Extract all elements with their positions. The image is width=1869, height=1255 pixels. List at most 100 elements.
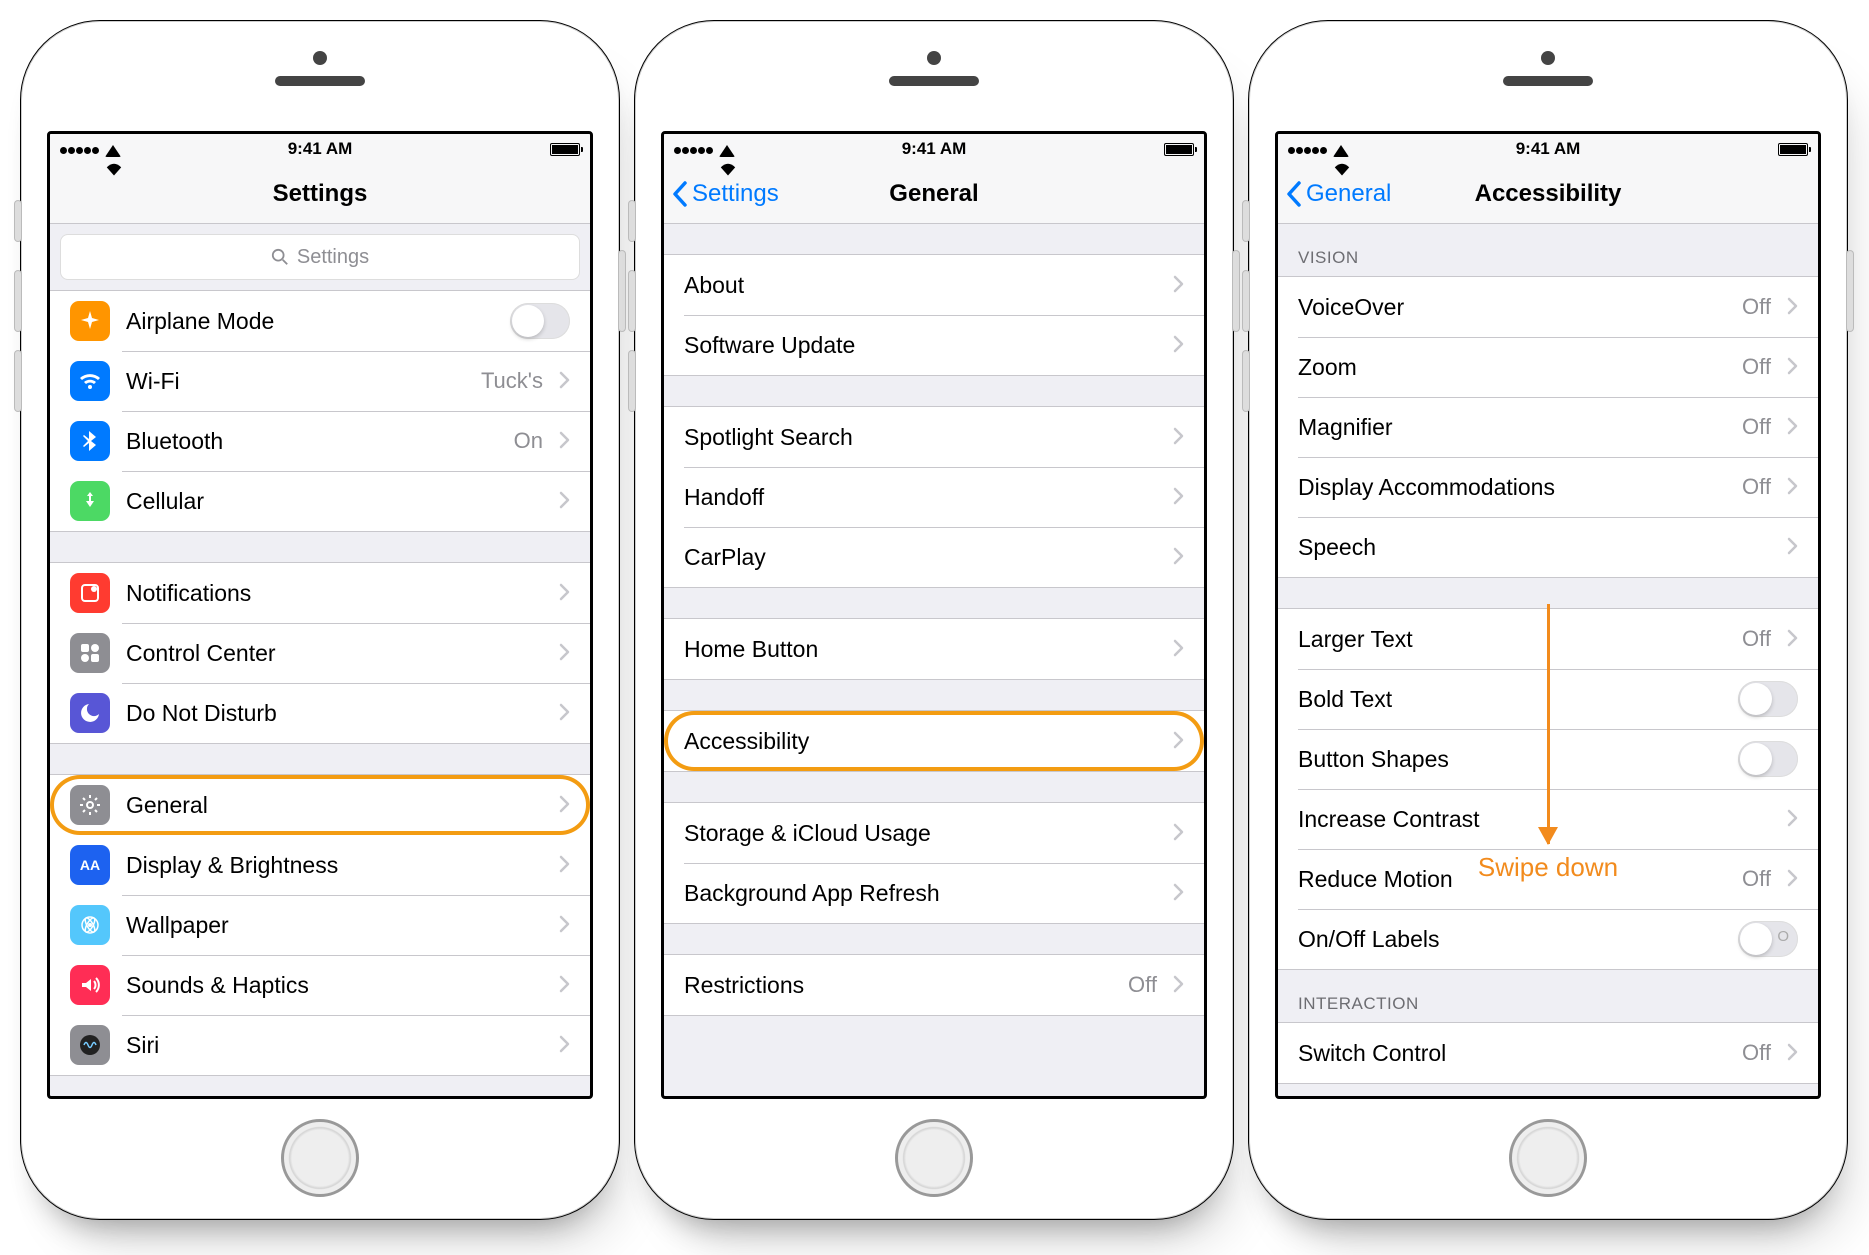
airplane-icon bbox=[70, 301, 110, 341]
chevron-right-icon bbox=[559, 371, 570, 389]
row-home-button[interactable]: Home Button bbox=[664, 619, 1204, 679]
search-input[interactable]: Settings bbox=[60, 234, 580, 280]
chevron-right-icon bbox=[1173, 636, 1184, 663]
sounds-icon bbox=[70, 965, 110, 1005]
search-placeholder: Settings bbox=[297, 246, 369, 269]
row-bold-text[interactable]: Bold Text bbox=[1278, 669, 1818, 729]
nav-title: Accessibility bbox=[1475, 180, 1622, 208]
row-about[interactable]: About bbox=[664, 255, 1204, 315]
cellular-icon bbox=[70, 481, 110, 521]
row-spotlight-search[interactable]: Spotlight Search bbox=[664, 407, 1204, 467]
chevron-right-icon bbox=[1173, 487, 1184, 505]
chevron-right-icon bbox=[559, 491, 570, 509]
settings-group: Accessibility bbox=[664, 710, 1204, 772]
row-display-brightness[interactable]: AADisplay & Brightness bbox=[50, 835, 590, 895]
chevron-right-icon bbox=[1787, 1043, 1798, 1061]
row-label: VoiceOver bbox=[1298, 294, 1726, 321]
chevron-right-icon bbox=[1787, 869, 1798, 887]
bluetooth-icon bbox=[70, 421, 110, 461]
row-control-center[interactable]: Control Center bbox=[50, 623, 590, 683]
row-wi-fi[interactable]: Wi-FiTuck's bbox=[50, 351, 590, 411]
row-reduce-motion[interactable]: Reduce MotionOff bbox=[1278, 849, 1818, 909]
chevron-right-icon bbox=[1173, 975, 1184, 993]
toggle[interactable] bbox=[1738, 921, 1798, 957]
row-larger-text[interactable]: Larger TextOff bbox=[1278, 609, 1818, 669]
row-wallpaper[interactable]: Wallpaper bbox=[50, 895, 590, 955]
row-storage-icloud-usage[interactable]: Storage & iCloud Usage bbox=[664, 803, 1204, 863]
chevron-right-icon bbox=[1787, 806, 1798, 833]
home-button[interactable] bbox=[281, 1119, 359, 1197]
siri-icon bbox=[70, 1025, 110, 1065]
row-increase-contrast[interactable]: Increase Contrast bbox=[1278, 789, 1818, 849]
row-voiceover[interactable]: VoiceOverOff bbox=[1278, 277, 1818, 337]
general-screen: 9:41 AM Settings General AboutSoftware U… bbox=[661, 131, 1207, 1099]
row-software-update[interactable]: Software Update bbox=[664, 315, 1204, 375]
chevron-right-icon bbox=[1173, 275, 1184, 293]
row-on-off-labels[interactable]: On/Off Labels bbox=[1278, 909, 1818, 969]
notifications-icon bbox=[70, 573, 110, 613]
home-button[interactable] bbox=[895, 1119, 973, 1197]
battery-icon bbox=[550, 143, 580, 156]
row-detail: Off bbox=[1742, 474, 1771, 500]
status-bar: 9:41 AM bbox=[664, 134, 1204, 164]
toggle[interactable] bbox=[1738, 741, 1798, 777]
chevron-right-icon bbox=[559, 640, 570, 667]
battery-icon bbox=[1164, 143, 1194, 156]
row-general[interactable]: General bbox=[50, 775, 590, 835]
back-label: Settings bbox=[692, 180, 779, 208]
row-button-shapes[interactable]: Button Shapes bbox=[1278, 729, 1818, 789]
row-label: Display Accommodations bbox=[1298, 474, 1726, 501]
nav-bar: Settings General bbox=[664, 164, 1204, 224]
row-restrictions[interactable]: RestrictionsOff bbox=[664, 955, 1204, 1015]
chevron-right-icon bbox=[559, 431, 570, 449]
accessibility-screen[interactable]: 9:41 AM General Accessibility VISIONVoic… bbox=[1275, 131, 1821, 1099]
chevron-right-icon bbox=[559, 428, 570, 455]
wifi-icon bbox=[719, 142, 737, 156]
toggle[interactable] bbox=[510, 303, 570, 339]
row-background-app-refresh[interactable]: Background App Refresh bbox=[664, 863, 1204, 923]
row-zoom[interactable]: ZoomOff bbox=[1278, 337, 1818, 397]
settings-group: Switch ControlOff bbox=[1278, 1022, 1818, 1084]
row-notifications[interactable]: Notifications bbox=[50, 563, 590, 623]
chevron-right-icon bbox=[1173, 728, 1184, 755]
wifi-icon bbox=[1333, 142, 1351, 156]
chevron-right-icon bbox=[559, 1035, 570, 1053]
chevron-right-icon bbox=[559, 583, 570, 601]
row-handoff[interactable]: Handoff bbox=[664, 467, 1204, 527]
row-switch-control[interactable]: Switch ControlOff bbox=[1278, 1023, 1818, 1083]
chevron-right-icon bbox=[559, 855, 570, 873]
nav-title: Settings bbox=[273, 180, 368, 208]
row-label: Speech bbox=[1298, 534, 1771, 561]
signal-dots-icon bbox=[674, 139, 714, 159]
row-bluetooth[interactable]: BluetoothOn bbox=[50, 411, 590, 471]
row-sounds-haptics[interactable]: Sounds & Haptics bbox=[50, 955, 590, 1015]
row-siri[interactable]: Siri bbox=[50, 1015, 590, 1075]
settings-group: Larger TextOffBold TextButton ShapesIncr… bbox=[1278, 608, 1818, 970]
toggle[interactable] bbox=[1738, 681, 1798, 717]
svg-text:AA: AA bbox=[80, 857, 100, 873]
row-label: Home Button bbox=[684, 636, 1157, 663]
row-detail: Off bbox=[1742, 414, 1771, 440]
row-do-not-disturb[interactable]: Do Not Disturb bbox=[50, 683, 590, 743]
row-carplay[interactable]: CarPlay bbox=[664, 527, 1204, 587]
chevron-right-icon bbox=[1787, 294, 1798, 321]
home-button[interactable] bbox=[1509, 1119, 1587, 1197]
chevron-right-icon bbox=[559, 488, 570, 515]
display-icon: AA bbox=[70, 845, 110, 885]
nav-title: General bbox=[889, 180, 978, 208]
row-cellular[interactable]: Cellular bbox=[50, 471, 590, 531]
status-time: 9:41 AM bbox=[50, 139, 590, 159]
row-speech[interactable]: Speech bbox=[1278, 517, 1818, 577]
chevron-right-icon bbox=[1173, 544, 1184, 571]
row-accessibility[interactable]: Accessibility bbox=[664, 711, 1204, 771]
settings-group: Airplane ModeWi-FiTuck'sBluetoothOnCellu… bbox=[50, 290, 590, 532]
row-airplane-mode[interactable]: Airplane Mode bbox=[50, 291, 590, 351]
row-display-accommodations[interactable]: Display Accommodations Off bbox=[1278, 457, 1818, 517]
row-label: Siri bbox=[126, 1032, 543, 1059]
settings-group: VoiceOverOffZoomOffMagnifierOffDisplay A… bbox=[1278, 276, 1818, 578]
row-label: Accessibility bbox=[684, 728, 1157, 755]
row-magnifier[interactable]: MagnifierOff bbox=[1278, 397, 1818, 457]
row-label: Restrictions bbox=[684, 972, 1112, 999]
chevron-right-icon bbox=[1787, 629, 1798, 647]
chevron-right-icon bbox=[1173, 823, 1184, 841]
